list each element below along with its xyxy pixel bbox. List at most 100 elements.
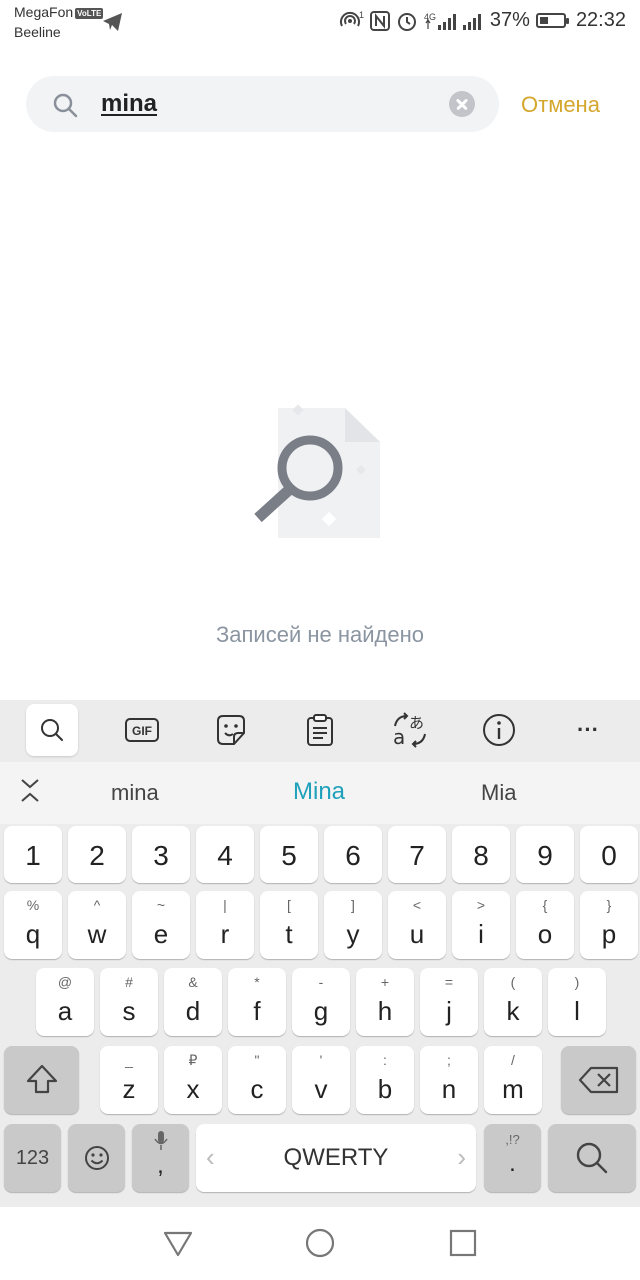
microphone-icon [153,1131,168,1150]
key-r[interactable]: | r [196,891,254,959]
key-secondary-label: : [383,1052,387,1068]
key-c[interactable]: " c [228,1046,286,1114]
network-type-label: 4G [424,12,436,22]
key-s[interactable]: # s [100,968,158,1036]
key-m[interactable]: / m [484,1046,542,1114]
space-key[interactable]: QWERTY ‹ › [196,1124,476,1192]
key-0[interactable]: 0 [580,826,638,883]
key-n[interactable]: ; n [420,1046,478,1114]
backspace-key[interactable] [561,1046,636,1114]
key-label: g [313,996,329,1026]
key-label: 7 [409,840,425,871]
key-j[interactable]: = j [420,968,478,1036]
key-label: 0 [601,840,617,871]
gif-button[interactable]: GIF [116,704,168,756]
suggestion-1[interactable]: mina [111,780,159,806]
cancel-button[interactable]: Отмена [521,92,600,118]
key-9[interactable]: 9 [516,826,574,883]
search-bar[interactable]: mina [26,76,499,132]
key-h[interactable]: + h [356,968,414,1036]
emoji-key[interactable] [68,1124,125,1192]
key-label: 9 [537,840,553,871]
clock: 22:32 [575,9,626,31]
key-label: x [186,1074,200,1104]
carrier-secondary: Beeline [14,24,61,40]
key-d[interactable]: & d [164,968,222,1036]
info-button[interactable] [473,704,525,756]
home-icon[interactable] [304,1227,336,1259]
key-label: r [220,919,230,949]
recents-icon[interactable] [447,1227,479,1259]
sticker-button[interactable] [205,704,257,756]
keyboard-search-button[interactable] [26,704,78,756]
key-secondary-label: % [26,897,40,913]
key-label: , [157,1152,164,1179]
key-1[interactable]: 1 [4,826,62,883]
key-label: n [441,1074,457,1104]
shift-key[interactable] [4,1046,79,1114]
more-icon[interactable]: ··· [562,704,614,756]
key-4[interactable]: 4 [196,826,254,883]
key-secondary-label: { [542,897,548,913]
keyboard-toolbar: GIF a あ ··· [0,700,640,762]
clipboard-button[interactable] [294,704,346,756]
suggestion-bar: mina Mina Mia [0,762,640,824]
key-v[interactable]: ' v [292,1046,350,1114]
backspace-icon [578,1066,618,1094]
search-input[interactable]: mina [101,90,157,118]
clipboard-icon [307,714,333,746]
suggestion-2[interactable]: Mina [293,778,345,806]
key-g[interactable]: -g [292,968,350,1036]
key-label: 1 [25,840,41,871]
collapse-suggestions-icon[interactable] [18,776,42,806]
key-k[interactable]: (k [484,968,542,1036]
key-x[interactable]: ₽ x [164,1046,222,1114]
battery-fill [539,17,548,24]
search-key[interactable] [548,1124,636,1192]
key-7[interactable]: 7 [388,826,446,883]
key-b[interactable]: :b [356,1046,414,1114]
key-label: 4 [217,840,233,871]
key-2[interactable]: 2 [68,826,126,883]
key-label: q [25,919,41,949]
svg-text:あ: あ [409,714,424,732]
key-u[interactable]: < u [388,891,446,959]
key-label: w [87,919,107,949]
comma-key[interactable]: , [132,1124,189,1192]
key-t[interactable]: [t [260,891,318,959]
signal-icon [462,13,481,30]
key-5[interactable]: 5 [260,826,318,883]
info-icon [483,714,515,746]
key-q[interactable]: % q [4,891,62,959]
battery-icon [535,13,569,28]
back-icon[interactable] [162,1227,194,1259]
translate-icon: a あ [393,712,426,748]
key-secondary-label: & [188,974,198,990]
key-a[interactable]: @ a [36,968,94,1036]
key-label: l [574,996,580,1026]
key-3[interactable]: 3 [132,826,190,883]
key-e[interactable]: ~ e [132,891,190,959]
key-6[interactable]: 6 [324,826,382,883]
key-y[interactable]: ] y [324,891,382,959]
key-i[interactable]: > i [452,891,510,959]
key-label: 5 [281,840,297,871]
battery-percent: 37% [489,9,530,31]
key-f[interactable]: * f [228,968,286,1036]
translate-button[interactable]: a あ [384,704,436,756]
key-label: c [250,1074,264,1104]
numbers-key[interactable]: 123 [4,1124,61,1192]
key-secondary-label: } [606,897,612,913]
key-label: y [346,919,360,949]
key-z[interactable]: _ z [100,1046,158,1114]
key-p[interactable]: } p [580,891,638,959]
key-8[interactable]: 8 [452,826,510,883]
key-o[interactable]: {o [516,891,574,959]
clear-search-icon[interactable] [449,91,475,117]
suggestion-3[interactable]: Mia [481,780,516,806]
key-w[interactable]: ^ w [68,891,126,959]
period-key[interactable]: ,!?. [484,1124,541,1192]
no-results-illustration [254,404,380,538]
key-secondary-label: _ [125,1052,133,1068]
key-l[interactable]: ) l [548,968,606,1036]
